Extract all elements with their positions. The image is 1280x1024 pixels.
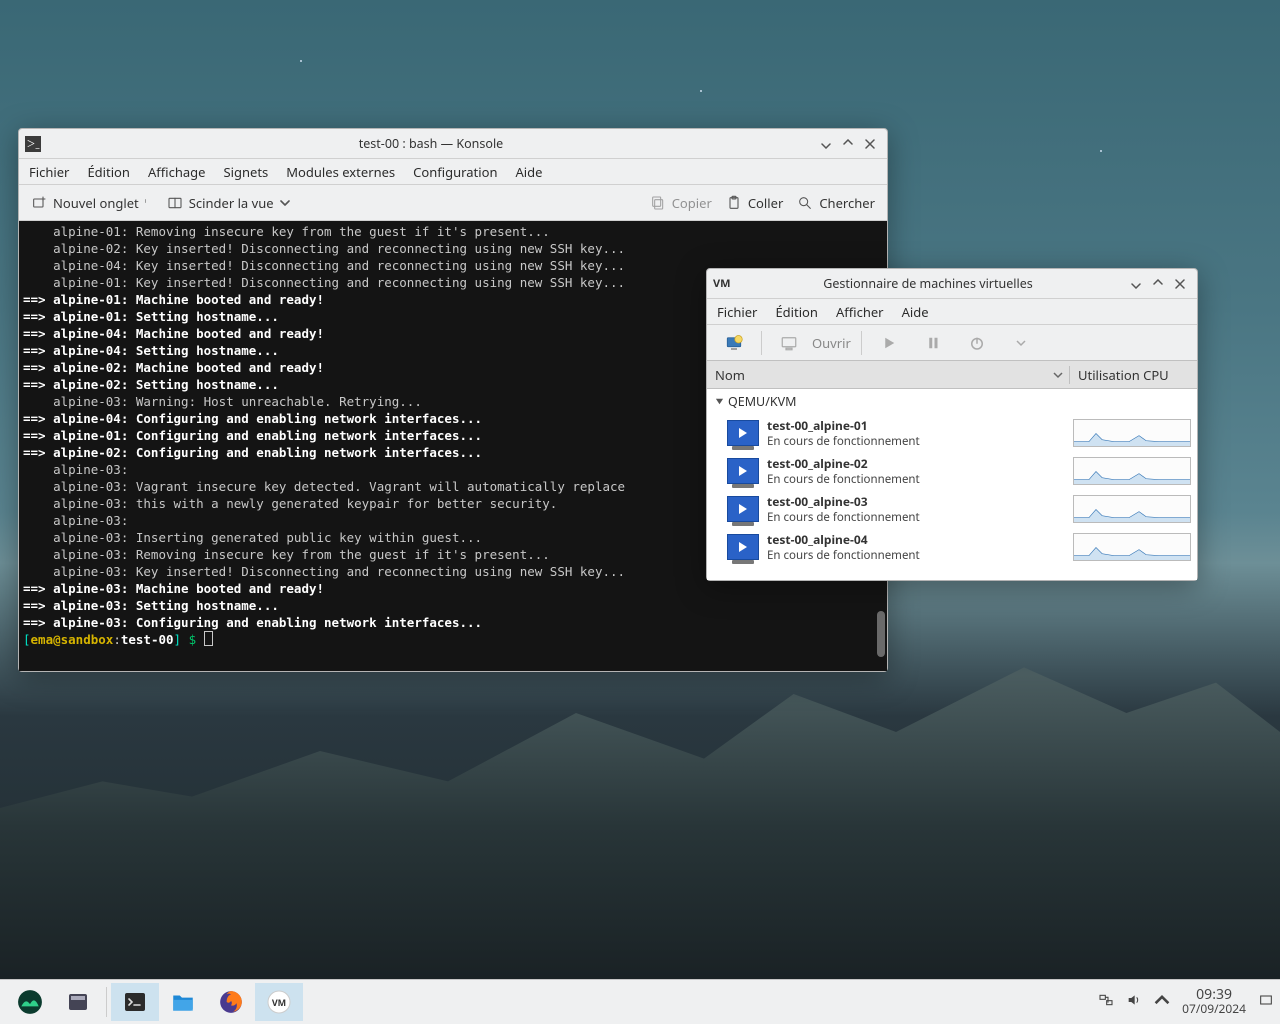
taskbar-separator xyxy=(106,987,107,1017)
menu-item[interactable]: Fichier xyxy=(29,163,69,181)
vm-name: test-00_alpine-04 xyxy=(767,531,1073,548)
konsole-menubar: Fichier Édition Affichage Signets Modules ex… xyxy=(19,159,887,185)
maximize-button[interactable] xyxy=(837,133,859,155)
virt-manager-icon: VM xyxy=(713,276,731,291)
menu-item[interactable]: Modules externes xyxy=(286,163,395,181)
konsole-titlebar[interactable]: ＞_ test-00 : bash — Konsole xyxy=(19,129,887,159)
open-vm-label: Ouvrir xyxy=(812,334,851,352)
tray-expand-icon[interactable] xyxy=(1154,992,1170,1012)
vm-running-icon xyxy=(727,534,759,560)
vm-running-icon xyxy=(727,496,759,522)
vm-name: test-00_alpine-01 xyxy=(767,417,1073,434)
close-button[interactable] xyxy=(859,133,881,155)
vm-name: test-00_alpine-02 xyxy=(767,455,1073,472)
vm-row[interactable]: test-00_alpine-02En cours de fonctionnem… xyxy=(707,452,1197,490)
taskbar-konsole[interactable] xyxy=(111,983,159,1021)
menu-item[interactable]: Afficher xyxy=(836,303,884,321)
cpu-graph xyxy=(1073,495,1191,523)
menu-item[interactable]: Affichage xyxy=(148,163,206,181)
search-label: Chercher xyxy=(819,194,875,212)
vm-row[interactable]: test-00_alpine-03En cours de fonctionnem… xyxy=(707,490,1197,528)
app-launcher-button[interactable] xyxy=(6,983,54,1021)
copy-button[interactable]: Copier xyxy=(650,194,712,212)
svg-text:VM: VM xyxy=(272,996,286,1009)
pause-button[interactable] xyxy=(916,329,950,357)
taskbar: VM 09:39 07/09/2024 xyxy=(0,979,1280,1024)
vm-row[interactable]: test-00_alpine-01En cours de fonctionnem… xyxy=(707,414,1197,452)
cpu-graph xyxy=(1073,419,1191,447)
taskbar-files[interactable] xyxy=(159,983,207,1021)
menu-item[interactable]: Signets xyxy=(223,163,268,181)
task-switcher-button[interactable] xyxy=(54,983,102,1021)
menu-item[interactable]: Aide xyxy=(902,303,929,321)
new-tab-label: Nouvel onglet xyxy=(53,194,139,212)
virt-titlebar[interactable]: VM Gestionnaire de machines virtuelles xyxy=(707,269,1197,299)
new-vm-button[interactable] xyxy=(717,329,751,357)
vm-status: En cours de fonctionnement xyxy=(767,510,1073,525)
search-button[interactable]: Chercher xyxy=(797,194,875,212)
virt-menubar: Fichier Édition Afficher Aide xyxy=(707,299,1197,325)
split-view-label: Scinder la vue xyxy=(189,194,274,212)
close-button[interactable] xyxy=(1169,273,1191,295)
split-view-button[interactable]: Scinder la vue xyxy=(167,194,290,212)
power-menu-button[interactable] xyxy=(1004,329,1038,357)
play-button[interactable] xyxy=(872,329,906,357)
vm-group-label: QEMU/KVM xyxy=(728,393,796,410)
show-desktop-button[interactable] xyxy=(1258,992,1274,1012)
vm-running-icon xyxy=(727,420,759,446)
open-vm-button[interactable] xyxy=(772,329,806,357)
clock-date: 07/09/2024 xyxy=(1182,1002,1246,1016)
vm-list-header: Nom Utilisation CPU xyxy=(707,361,1197,389)
clock[interactable]: 09:39 07/09/2024 xyxy=(1182,988,1246,1016)
maximize-button[interactable] xyxy=(1147,273,1169,295)
menu-item[interactable]: Fichier xyxy=(717,303,757,321)
cpu-graph xyxy=(1073,457,1191,485)
power-button[interactable] xyxy=(960,329,994,357)
menu-item[interactable]: Édition xyxy=(87,163,130,181)
column-cpu[interactable]: Utilisation CPU xyxy=(1069,366,1197,384)
vm-status: En cours de fonctionnement xyxy=(767,548,1073,563)
konsole-toolbar: Nouvel onglet Scinder la vue Copier Coll… xyxy=(19,185,887,221)
minimize-button[interactable] xyxy=(1125,273,1147,295)
terminal-scrollbar[interactable] xyxy=(877,611,885,657)
konsole-icon: ＞_ xyxy=(25,136,41,152)
konsole-title: test-00 : bash — Konsole xyxy=(47,135,815,152)
column-name[interactable]: Nom xyxy=(707,366,1069,384)
vm-running-icon xyxy=(727,458,759,484)
menu-item[interactable]: Configuration xyxy=(413,163,497,181)
taskbar-virt-manager[interactable]: VM xyxy=(255,983,303,1021)
virt-toolbar: Ouvrir xyxy=(707,325,1197,361)
copy-label: Copier xyxy=(672,194,712,212)
vm-status: En cours de fonctionnement xyxy=(767,434,1073,449)
network-tray-icon[interactable] xyxy=(1098,992,1114,1012)
virt-title: Gestionnaire de machines virtuelles xyxy=(731,275,1125,292)
vm-group[interactable]: QEMU/KVM xyxy=(707,389,1197,414)
paste-button[interactable]: Coller xyxy=(726,194,784,212)
paste-label: Coller xyxy=(748,194,784,212)
vm-status: En cours de fonctionnement xyxy=(767,472,1073,487)
cpu-graph xyxy=(1073,533,1191,561)
vm-name: test-00_alpine-03 xyxy=(767,493,1073,510)
taskbar-firefox[interactable] xyxy=(207,983,255,1021)
new-tab-button[interactable]: Nouvel onglet xyxy=(31,194,153,212)
vm-list: QEMU/KVM test-00_alpine-01En cours de fo… xyxy=(707,389,1197,580)
menu-item[interactable]: Aide xyxy=(516,163,543,181)
virt-manager-window: VM Gestionnaire de machines virtuelles F… xyxy=(706,268,1198,581)
menu-item[interactable]: Édition xyxy=(775,303,818,321)
minimize-button[interactable] xyxy=(815,133,837,155)
desktop: ＞_ test-00 : bash — Konsole Fichier Éditi… xyxy=(0,0,1280,1024)
volume-tray-icon[interactable] xyxy=(1126,992,1142,1012)
vm-row[interactable]: test-00_alpine-04En cours de fonctionnem… xyxy=(707,528,1197,566)
system-tray: 09:39 07/09/2024 xyxy=(1098,988,1274,1016)
